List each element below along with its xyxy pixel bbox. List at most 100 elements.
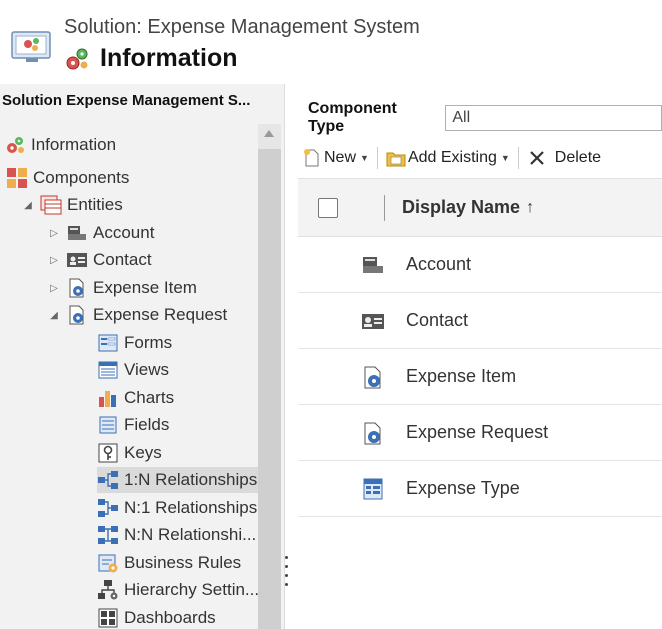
tree-item-label: Fields [124, 415, 170, 434]
tree-item-label: Account [93, 223, 155, 242]
tree-item-nn-relationships[interactable]: N:N Relationshi... [97, 522, 256, 548]
solution-icon [11, 31, 51, 62]
tree-item-label: Charts [124, 388, 175, 407]
tree-item-label: N:1 Relationships [124, 498, 258, 517]
grid-header: Display Name ↑ [298, 179, 662, 237]
scroll-up-arrow-icon[interactable] [264, 130, 274, 137]
solution-title: Solution: Expense Management System [64, 16, 420, 38]
tree-item-components[interactable]: Components [6, 165, 129, 191]
new-button-label: New [324, 149, 357, 166]
tree-item-information[interactable]: Information [4, 132, 116, 158]
table-row[interactable]: Contact [298, 293, 662, 349]
entity-gear-icon [69, 278, 84, 298]
expand-arrow-icon[interactable]: ▷ [48, 254, 60, 266]
tree-item-label: Expense Request [93, 305, 228, 324]
tree-item-label: Expense Item [93, 278, 197, 297]
component-type-label: Component Type [308, 100, 397, 135]
tree-item-contact[interactable]: ▷ Contact [48, 247, 151, 273]
tree-item-label: Keys [124, 443, 162, 462]
tree-item-label: Entities [67, 195, 123, 214]
display-name-column-header[interactable]: Display Name [402, 197, 520, 218]
tree-item-keys[interactable]: Keys [97, 440, 162, 466]
views-icon [98, 361, 118, 379]
contact-card-icon [362, 313, 384, 329]
page-title: Information [100, 44, 238, 72]
solution-label: Solution Expense Management S... [2, 92, 251, 109]
toolbar-divider [517, 147, 519, 169]
component-list-panel: Component Type All New ▼ Add Existing ▼ [298, 84, 662, 629]
row-display-name: Account [406, 254, 472, 274]
entity-gear-icon [364, 422, 381, 444]
tree-item-charts[interactable]: Charts [97, 385, 174, 411]
row-display-name: Expense Item [406, 366, 517, 386]
delete-button-label: Delete [554, 149, 602, 166]
tree-scrollbar[interactable] [258, 124, 281, 629]
information-gear-icon [66, 48, 88, 69]
add-existing-button[interactable]: Add Existing ▼ [386, 148, 510, 168]
toolbar-divider [376, 147, 378, 169]
tree-item-views[interactable]: Views [97, 357, 169, 383]
entities-icon [40, 195, 62, 215]
components-grid: Display Name ↑ Account Contact Expense I… [298, 178, 662, 517]
entity-gear-icon [69, 305, 84, 325]
collapse-arrow-icon[interactable]: ◢ [48, 309, 60, 321]
tree-item-n1-relationships[interactable]: N:1 Relationships [97, 495, 257, 521]
new-document-icon [304, 149, 319, 167]
sort-ascending-icon[interactable]: ↑ [526, 199, 534, 217]
components-icon [7, 168, 27, 188]
component-type-select[interactable]: All [445, 105, 662, 131]
tree-item-fields[interactable]: Fields [97, 412, 169, 438]
tree-item-dashboards[interactable]: Dashboards [97, 605, 216, 629]
tree-item-account[interactable]: ▷ Account [48, 220, 154, 246]
tree-item-label: Components [33, 168, 130, 187]
page-header: Solution: Expense Management System Info… [0, 0, 420, 84]
tree-item-entities[interactable]: ◢ Entities [22, 192, 123, 218]
column-divider [384, 194, 385, 221]
relationship-icon [98, 471, 118, 489]
tree-item-label: Forms [124, 333, 173, 352]
tree-item-label: Views [124, 360, 170, 379]
chevron-down-icon: ▼ [360, 153, 369, 163]
dashboards-icon [98, 608, 118, 628]
row-display-name: Expense Type [406, 478, 520, 498]
table-row[interactable]: Account [298, 237, 662, 293]
table-row[interactable]: Expense Request [298, 405, 662, 461]
panel-splitter-handle[interactable] [283, 556, 289, 586]
collapse-arrow-icon[interactable]: ◢ [22, 199, 34, 211]
entity-gear-icon [364, 366, 381, 388]
expand-arrow-icon[interactable]: ▷ [48, 227, 60, 239]
folder-add-icon [386, 152, 406, 167]
tree-item-business-rules[interactable]: Business Rules [97, 550, 241, 576]
tree-item-expense-item[interactable]: ▷ Expense Item [48, 275, 197, 301]
new-button[interactable]: New ▼ [302, 148, 369, 168]
tree-item-expense-request[interactable]: ◢ Expense Request [48, 302, 227, 328]
toolbar: New ▼ Add Existing ▼ Delete [298, 142, 662, 174]
tree-item-label: Dashboards [124, 608, 216, 627]
row-display-name: Contact [406, 310, 469, 330]
fields-icon [99, 416, 117, 434]
keys-icon [98, 443, 118, 463]
relationship-icon [98, 499, 118, 517]
tree-item-forms[interactable]: Forms [97, 330, 172, 356]
table-row[interactable]: Expense Item [298, 349, 662, 405]
entity-table-icon [363, 478, 383, 499]
tree-item-label: Business Rules [124, 553, 242, 572]
tree-item-hierarchy-settings[interactable]: Hierarchy Settin... [97, 577, 258, 603]
information-gear-icon [7, 137, 24, 153]
business-rules-icon [98, 554, 118, 573]
delete-button[interactable]: Delete [527, 148, 601, 168]
solution-navigation-panel: Solution Expense Management S... Informa… [0, 84, 285, 629]
tree-item-label: Hierarchy Settin... [124, 580, 258, 599]
charts-icon [99, 391, 116, 407]
component-tree: Information Components ◢ Entities ▷ Acco… [0, 124, 258, 629]
tree-item-label: Information [31, 135, 117, 154]
account-icon [363, 256, 383, 273]
close-icon [530, 151, 544, 165]
expand-arrow-icon[interactable]: ▷ [48, 282, 60, 294]
tree-item-1n-relationships[interactable]: 1:N Relationships [97, 467, 258, 493]
chevron-down-icon: ▼ [500, 153, 510, 163]
hierarchy-icon [98, 580, 118, 600]
table-row[interactable]: Expense Type [298, 461, 662, 517]
select-all-checkbox[interactable] [318, 197, 338, 218]
scroll-thumb[interactable] [258, 149, 281, 629]
